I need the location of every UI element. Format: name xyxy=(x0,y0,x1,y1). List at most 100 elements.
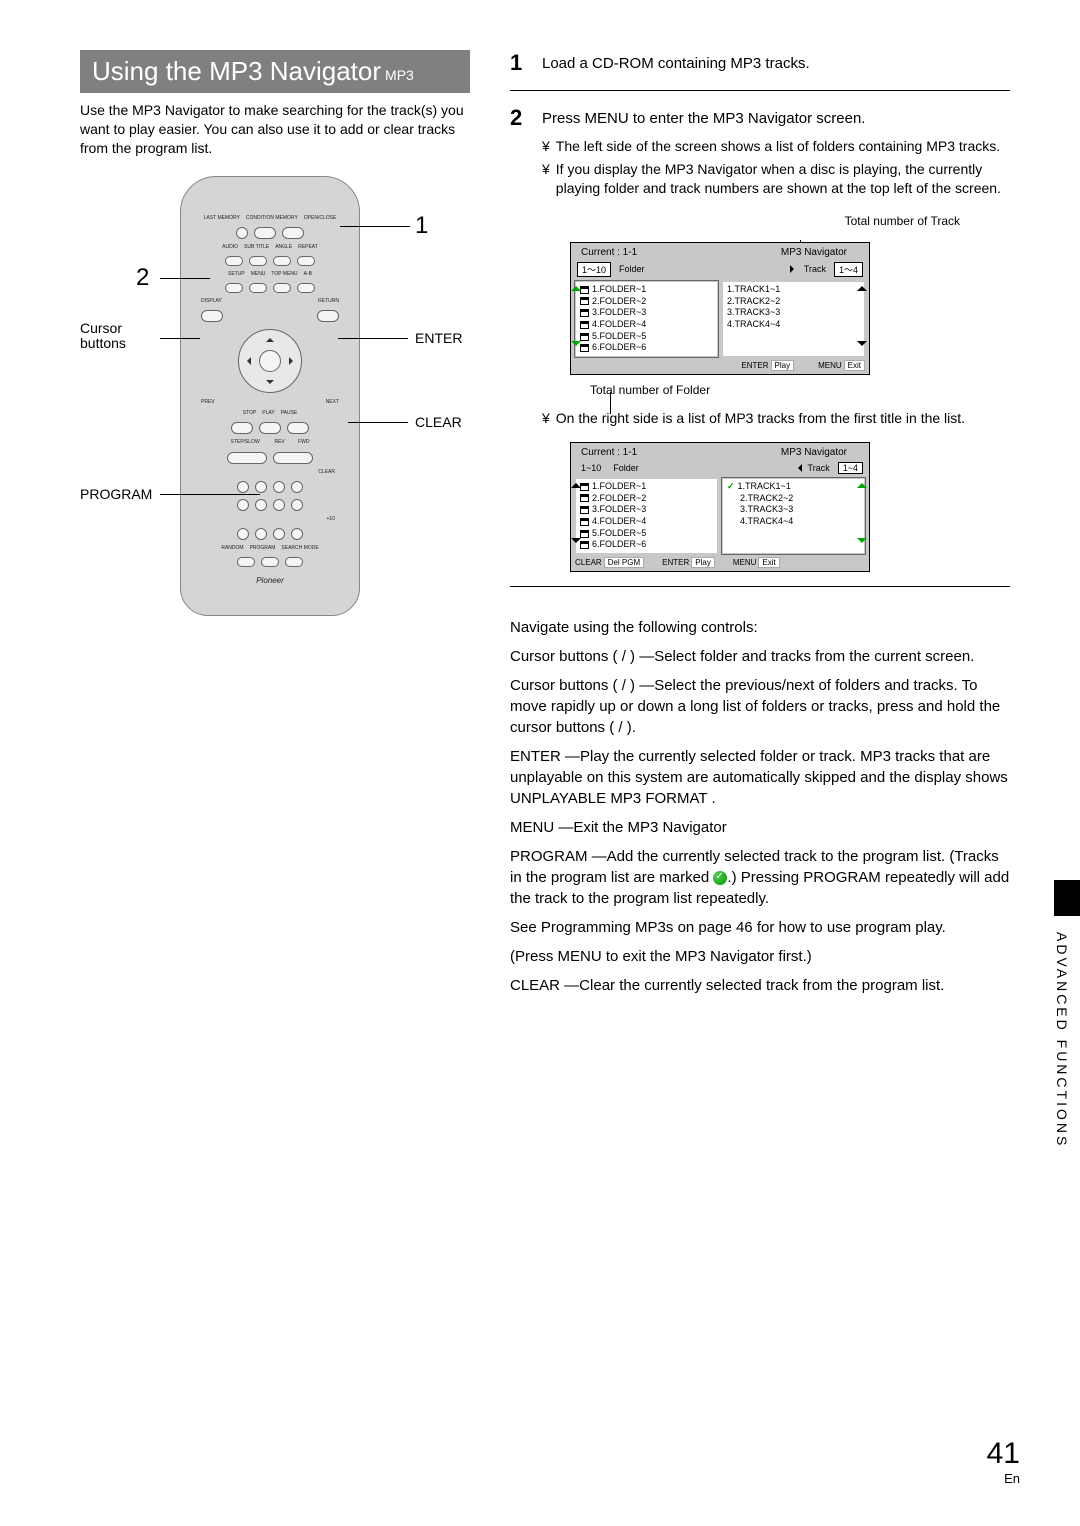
step-2: 2 Press MENU to enter the MP3 Navigator … xyxy=(510,105,1010,202)
lbl-stepslow: STEP/SLOW xyxy=(230,440,259,445)
controls-see-page: 46 xyxy=(736,919,753,936)
controls-section: Navigate using the following controls: C… xyxy=(510,617,1010,996)
lbl-rev: REV xyxy=(274,440,284,445)
callout-1: 1 xyxy=(415,212,428,240)
remote-diagram: LAST MEMORY CONDITION MEMORY OPEN/CLOSE AU… xyxy=(80,176,470,656)
lbl-ab: A-B xyxy=(304,272,312,277)
controls-see1: See Programming MP3s on page xyxy=(510,919,732,936)
lbl-prev: PREV xyxy=(201,400,215,405)
controls-cursor2: Cursor buttons ( / ) —Select the previou… xyxy=(510,675,1010,738)
t2-2: 3.TRACK3~3 xyxy=(740,504,793,516)
lbl-menu: MENU xyxy=(251,272,266,277)
nav-screen-2: Current : 1-1 MP3 Navigator 1~10 Folder … xyxy=(570,442,870,572)
lbl-open: OPEN/CLOSE xyxy=(304,216,337,221)
nav2-menu: MENU xyxy=(733,558,757,567)
lbl-search: SEARCH MODE xyxy=(281,546,318,551)
nav1-folder-range: 1～10 xyxy=(577,262,611,277)
controls-clear: CLEAR —Clear the currently selected trac… xyxy=(510,975,1010,996)
callout-program: PROGRAM xyxy=(80,486,152,502)
lbl-audio: AUDIO xyxy=(222,245,238,250)
nav2-folder-header: Folder xyxy=(609,463,789,473)
f1-1: 2.FOLDER~2 xyxy=(592,296,646,308)
f1-2: 3.FOLDER~3 xyxy=(592,307,646,319)
nav2-enter: ENTER xyxy=(662,558,689,567)
f1-3: 4.FOLDER~4 xyxy=(592,319,646,331)
heading-sub: MP3 xyxy=(385,67,414,83)
lbl-display: DISPLAY xyxy=(201,299,222,304)
controls-see2: for how to use program play. xyxy=(753,919,946,936)
lbl-setup: SETUP xyxy=(228,272,245,277)
callout-cursor: Cursor buttons xyxy=(80,321,160,352)
controls-cursor1: Cursor buttons ( / ) —Select folder and … xyxy=(510,646,1010,667)
nav2-track-header: Track xyxy=(804,463,834,473)
lbl-repeat: REPEAT xyxy=(298,245,318,250)
f2-3: 4.FOLDER~4 xyxy=(592,516,646,528)
f2-5: 6.FOLDER~6 xyxy=(592,539,646,551)
nav2-track-range: 1~4 xyxy=(838,462,863,474)
lbl-random: RANDOM xyxy=(221,546,243,551)
nav1-track-header: Track xyxy=(800,264,830,274)
step-1-num: 1 xyxy=(510,50,532,76)
lbl-plus10: +10 xyxy=(327,517,335,522)
nav1-menu: MENU xyxy=(818,361,842,370)
lbl-program-sm: PROGRAM xyxy=(250,546,276,551)
lbl-pause: PAUSE xyxy=(281,411,298,416)
t2-1: 2.TRACK2~2 xyxy=(740,493,793,505)
t1-0: 1.TRACK1~1 xyxy=(727,284,780,296)
lbl-topmenu: TOP MENU xyxy=(271,272,297,277)
separator xyxy=(510,90,1010,91)
nav1-play: Play xyxy=(771,360,795,371)
bullet-1: The left side of the screen shows a list… xyxy=(556,137,1000,156)
check-icon: ✓ xyxy=(727,481,735,493)
lbl-play: PLAY xyxy=(262,411,274,416)
dpad xyxy=(238,329,302,393)
t1-1: 2.TRACK2~2 xyxy=(727,296,780,308)
page-number-block: 41 En xyxy=(987,1437,1020,1486)
nav2-corner: MP3 Navigator xyxy=(781,447,847,458)
f1-5: 6.FOLDER~6 xyxy=(592,342,646,354)
f2-1: 2.FOLDER~2 xyxy=(592,493,646,505)
controls-title: Navigate using the following controls: xyxy=(510,617,1010,638)
controls-enter: ENTER —Play the currently selected folde… xyxy=(510,746,1010,809)
bullet-3: On the right side is a list of MP3 track… xyxy=(556,409,965,428)
f1-4: 5.FOLDER~5 xyxy=(592,331,646,343)
lbl-next: NEXT xyxy=(326,400,339,405)
caption-tracks: Total number of Track xyxy=(510,214,960,228)
nav1-folder-header: Folder xyxy=(615,264,786,274)
callout-2: 2 xyxy=(136,264,149,292)
nav2-play: Play xyxy=(691,557,715,568)
step-1: 1 Load a CD-ROM containing MP3 tracks. xyxy=(510,50,1010,76)
step-1-text: Load a CD-ROM containing MP3 tracks. xyxy=(542,50,810,76)
controls-pressmenu: (Press MENU to exit the MP3 Navigator fi… xyxy=(510,946,1010,967)
lbl-stop: STOP xyxy=(243,411,257,416)
controls-menu: MENU —Exit the MP3 Navigator xyxy=(510,817,1010,838)
step-2-num: 2 xyxy=(510,105,532,202)
t2-0: 1.TRACK1~1 xyxy=(738,481,791,493)
nav1-exit: Exit xyxy=(844,360,865,371)
separator-2 xyxy=(510,586,1010,587)
f1-0: 1.FOLDER~1 xyxy=(592,284,646,296)
lbl-cond: CONDITION MEMORY xyxy=(246,216,298,221)
lbl-clear-sm: CLEAR xyxy=(318,470,335,475)
side-tab-text: ADVANCED FUNCTIONS xyxy=(1054,916,1070,1236)
nav2-current: Current : 1-1 xyxy=(581,447,637,458)
f2-2: 3.FOLDER~3 xyxy=(592,504,646,516)
callout-enter: ENTER xyxy=(415,330,462,346)
lbl-last: LAST MEMORY xyxy=(204,216,240,221)
lbl-angle: ANGLE xyxy=(275,245,292,250)
caption-folders: Total number of Folder xyxy=(590,383,1010,397)
bullet-2: If you display the MP3 Navigator when a … xyxy=(556,160,1010,198)
page-number: 41 xyxy=(987,1437,1020,1471)
f2-4: 5.FOLDER~5 xyxy=(592,528,646,540)
intro-text: Use the MP3 Navigator to make searching … xyxy=(80,101,470,158)
t1-3: 4.TRACK4~4 xyxy=(727,319,780,331)
nav2-exit: Exit xyxy=(758,557,779,568)
callout-clear: CLEAR xyxy=(415,414,462,430)
t1-2: 3.TRACK3~3 xyxy=(727,307,780,319)
step-2-text: Press MENU to enter the MP3 Navigator sc… xyxy=(542,109,1010,129)
lbl-fwd: FWD xyxy=(298,440,309,445)
nav2-folder-range: 1~10 xyxy=(577,463,605,473)
nav1-enter: ENTER xyxy=(741,361,768,370)
nav2-clear: CLEAR xyxy=(575,558,602,567)
f2-0: 1.FOLDER~1 xyxy=(592,481,646,493)
